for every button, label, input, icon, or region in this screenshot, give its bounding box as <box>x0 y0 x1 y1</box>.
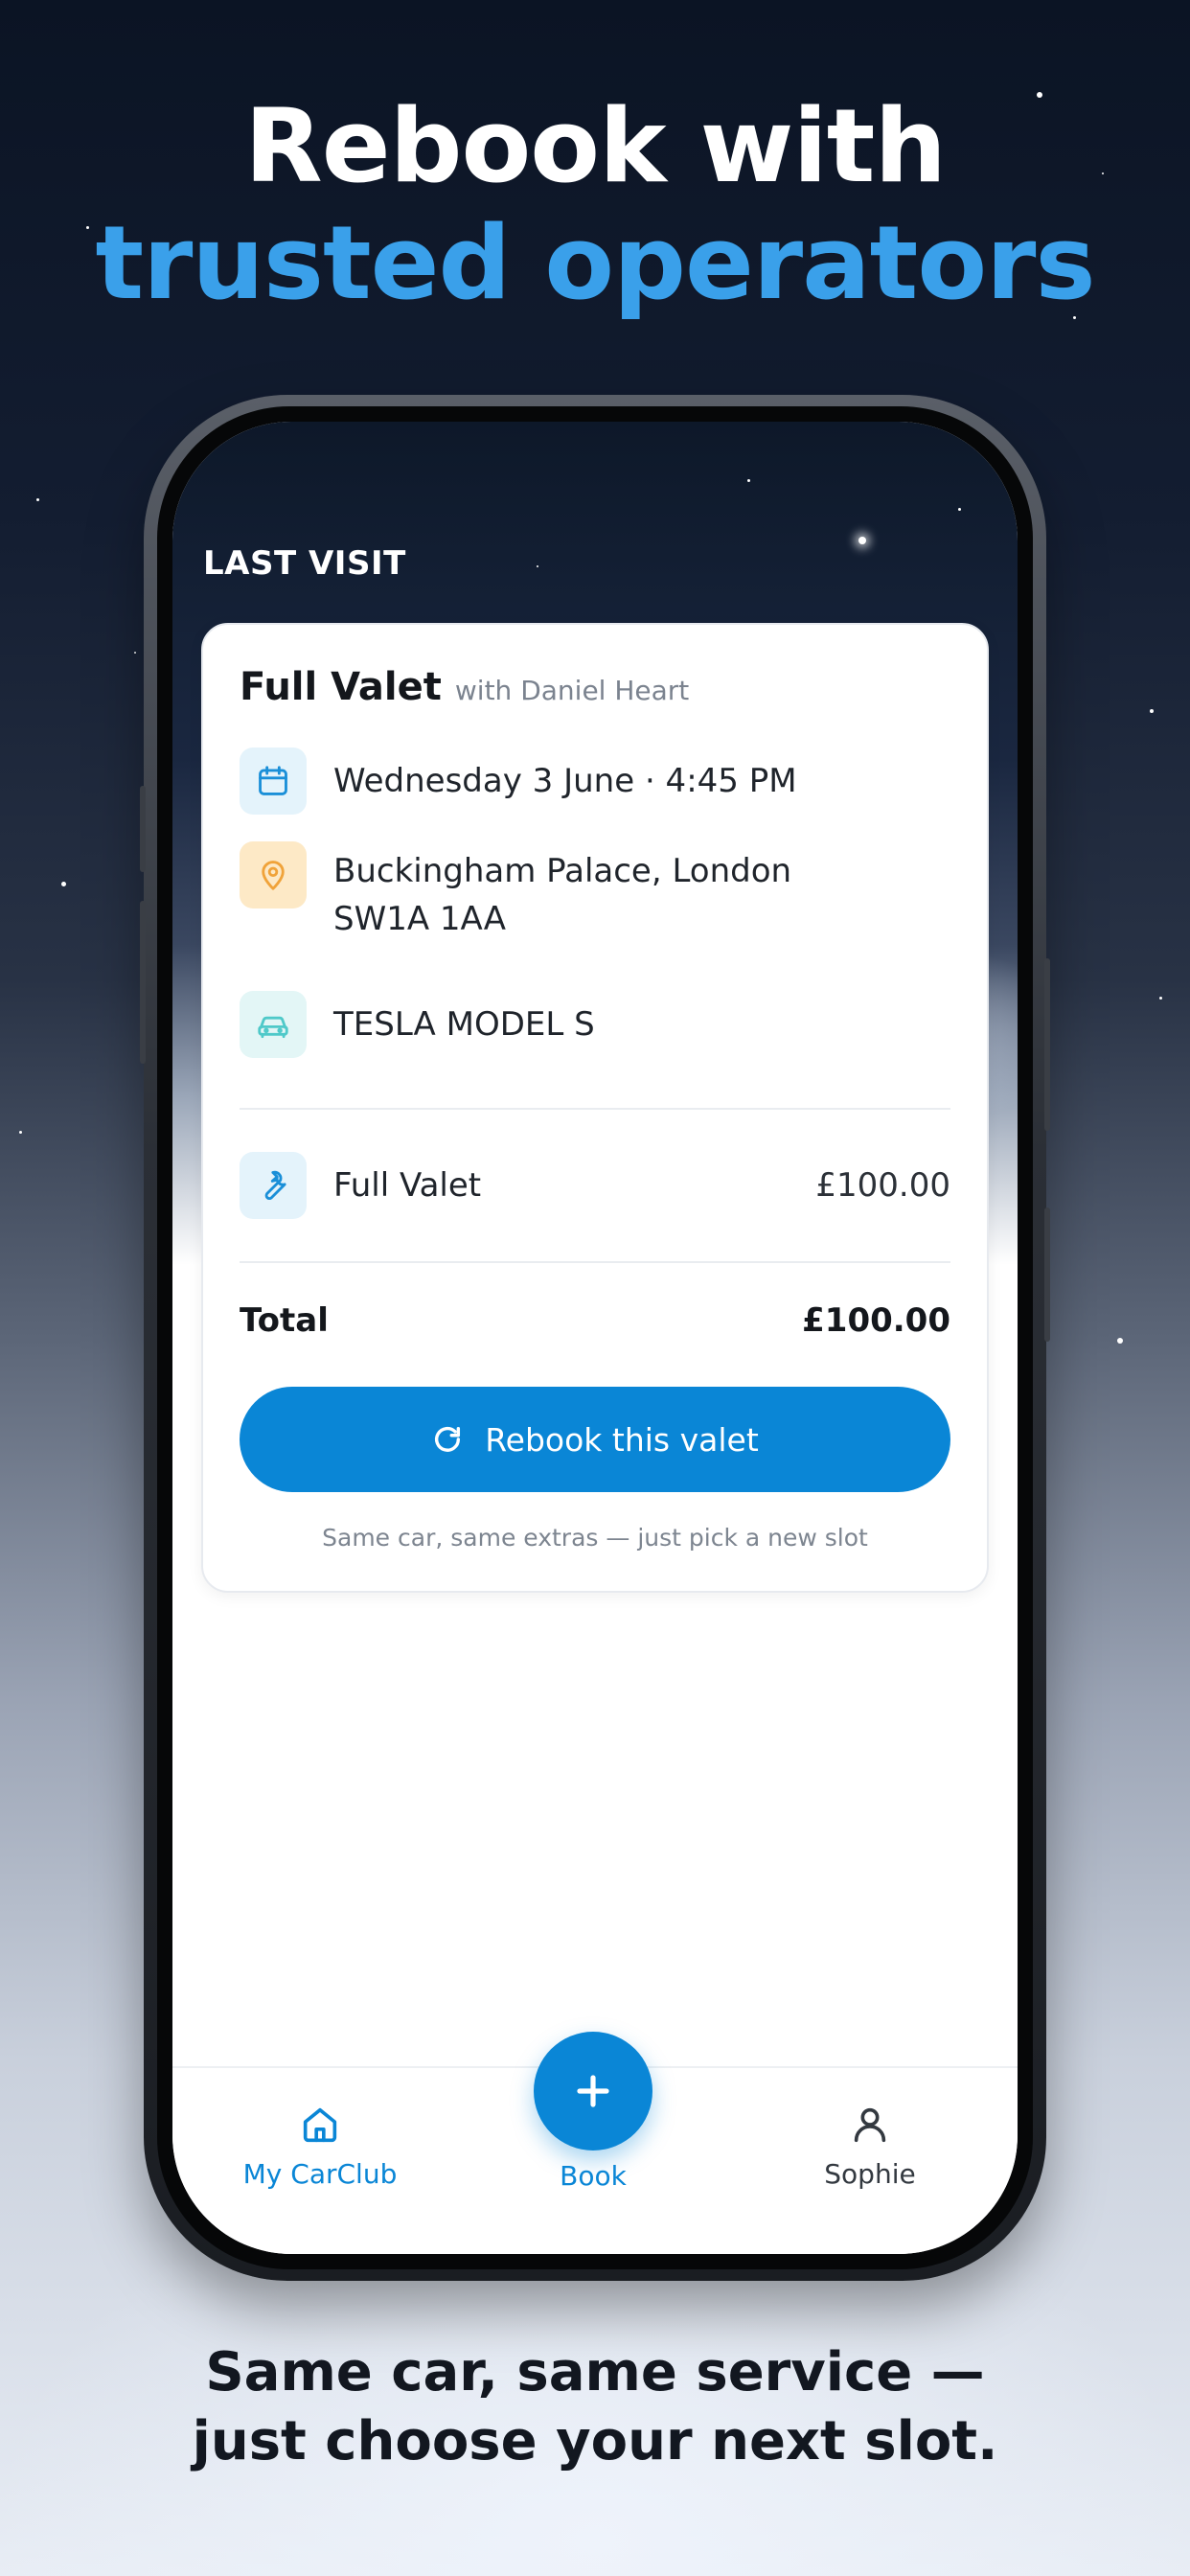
book-fab-button[interactable] <box>534 2032 652 2150</box>
address-line-2: SW1A 1AA <box>333 900 506 938</box>
tab-label: My CarClub <box>242 2158 398 2190</box>
car-icon <box>240 991 307 1058</box>
rebook-hint: Same car, same extras — just pick a new … <box>322 1524 868 1552</box>
rebook-button[interactable]: Rebook this valet <box>240 1387 950 1492</box>
vehicle-row: TESLA MODEL S <box>240 991 595 1058</box>
address-row: Buckingham Palace, London SW1A 1AA <box>240 841 791 943</box>
caption-line-2: just choose your next slot. <box>192 2410 998 2472</box>
card-title: Full Valet with Daniel Heart <box>240 665 689 709</box>
phone-side-button <box>140 901 146 1064</box>
visit-datetime: Wednesday 3 June · 4:45 PM <box>333 762 797 800</box>
section-label: LAST VISIT <box>203 544 406 583</box>
tab-book-label[interactable]: Book <box>497 2160 689 2192</box>
operator-name: with Daniel Heart <box>454 675 690 706</box>
divider <box>240 1261 950 1263</box>
phone-side-button <box>1044 1208 1050 1342</box>
headline-line-1: Rebook with <box>244 87 947 205</box>
caption-line-1: Same car, same service — <box>205 2341 985 2404</box>
tab-label: Sophie <box>824 2158 916 2190</box>
user-icon <box>854 2107 886 2143</box>
address-line-1: Buckingham Palace, London <box>333 852 792 890</box>
total-value: £100.00 <box>802 1301 950 1340</box>
tab-profile[interactable]: Sophie <box>765 2068 975 2190</box>
bottom-caption: Same car, same service — just choose you… <box>0 2338 1190 2476</box>
wrench-icon <box>240 1152 307 1219</box>
service-title: Full Valet <box>240 665 442 709</box>
total-label: Total <box>240 1301 329 1340</box>
line-item-price: £100.00 <box>815 1166 950 1205</box>
line-item-name: Full Valet <box>333 1166 482 1205</box>
location-pin-icon <box>240 841 307 908</box>
phone-side-button <box>1044 958 1050 1131</box>
phone-side-button <box>140 786 146 872</box>
divider <box>240 1108 950 1110</box>
vehicle-name: TESLA MODEL S <box>333 1005 595 1044</box>
headline: Rebook with trusted operators <box>0 88 1190 322</box>
home-icon <box>303 2107 337 2143</box>
refresh-icon <box>435 1426 461 1452</box>
rebook-button-label: Rebook this valet <box>485 1420 759 1459</box>
line-item-row: Full Valet <box>240 1152 481 1219</box>
visit-address: Buckingham Palace, London SW1A 1AA <box>333 847 791 943</box>
last-visit-card: Full Valet with Daniel Heart Wednesday 3 … <box>201 623 989 1593</box>
datetime-row: Wednesday 3 June · 4:45 PM <box>240 748 797 815</box>
plus-icon <box>577 2075 609 2107</box>
tab-my-carclub[interactable]: My CarClub <box>215 2068 425 2190</box>
calendar-icon <box>240 748 307 815</box>
headline-line-2: trusted operators <box>95 204 1095 322</box>
phone-screen: LAST VISIT Full Valet with Daniel Heart W… <box>172 422 1018 2254</box>
